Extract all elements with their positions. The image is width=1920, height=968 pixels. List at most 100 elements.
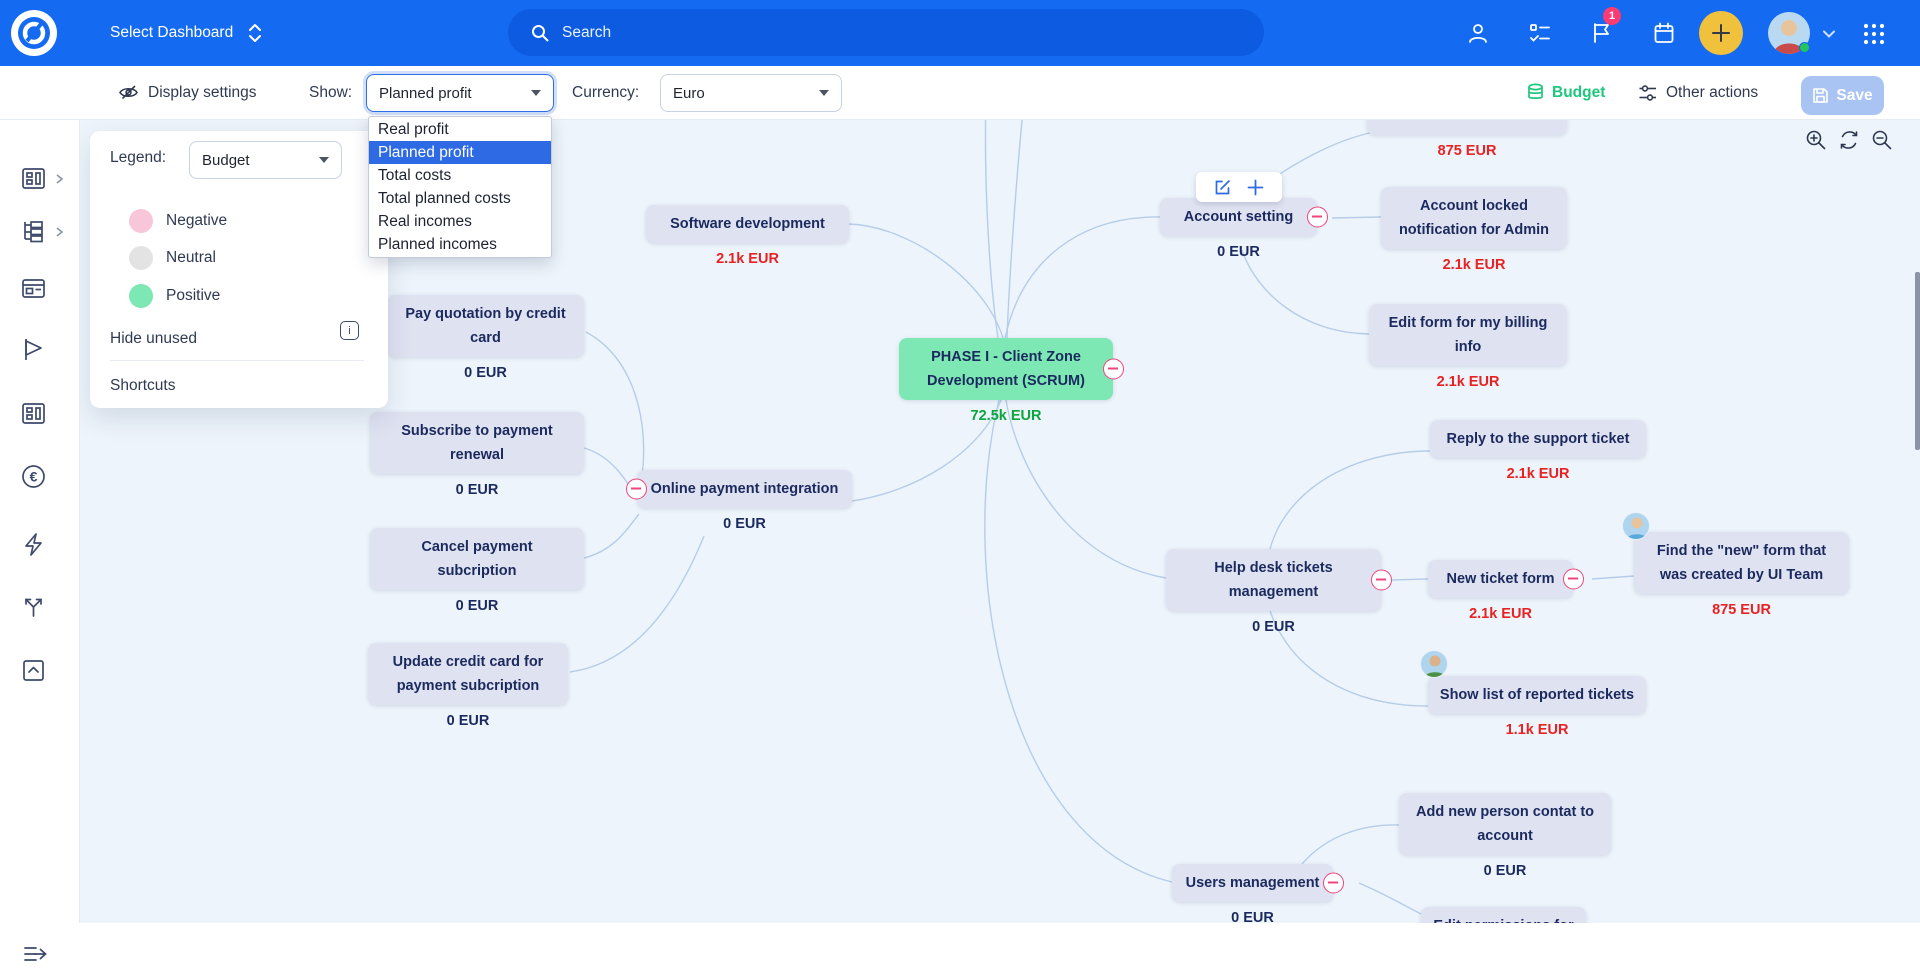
sidebar-panels-icon[interactable]	[20, 400, 47, 427]
collapse-node-button[interactable]	[1307, 207, 1328, 228]
node-new-ticket-form[interactable]: New ticket form 2.1k EUR	[1428, 560, 1573, 624]
node-online-payment[interactable]: Online payment integration 0 EUR	[637, 470, 852, 534]
top-navigation-bar: Select Dashboard Search 1	[0, 0, 1920, 66]
apps-grid-icon[interactable]	[1860, 20, 1888, 48]
node-cut-top[interactable]: 875 EUR	[1367, 120, 1567, 161]
collapse-node-button[interactable]	[1103, 359, 1124, 380]
caret-down-icon	[531, 90, 541, 96]
node-value: 0 EUR	[1399, 861, 1611, 881]
other-actions-button[interactable]: Other actions	[1638, 66, 1758, 119]
search-placeholder: Search	[562, 24, 611, 42]
option-real-incomes[interactable]: Real incomes	[369, 210, 551, 233]
legend-type-select[interactable]: Budget	[189, 141, 342, 179]
option-real-profit[interactable]: Real profit	[369, 118, 551, 141]
currency-label: Currency:	[572, 66, 639, 119]
node-show-reported-tickets[interactable]: Show list of reported tickets 1.1k EUR	[1428, 676, 1646, 740]
calendar-icon[interactable]	[1652, 21, 1676, 45]
node-account-locked[interactable]: Account locked notification for Admin 2.…	[1381, 187, 1567, 275]
sidebar-export-icon[interactable]	[20, 657, 47, 684]
online-status-dot	[1799, 42, 1810, 53]
info-icon[interactable]: i	[340, 321, 359, 340]
map-toolbar: Display settings Show: Planned profit Cu…	[0, 66, 1920, 120]
node-find-new-form[interactable]: Find the "new" form that was created by …	[1634, 532, 1849, 620]
edit-icon[interactable]	[1213, 178, 1232, 197]
node-value: 2.1k EUR	[1428, 604, 1573, 624]
node-value: 2.1k EUR	[646, 249, 849, 269]
node-value: 2.1k EUR	[1369, 372, 1567, 392]
display-settings-panel: Legend: Budget Negative Neutral Positive…	[90, 131, 388, 408]
dashboard-selector[interactable]: Select Dashboard	[110, 0, 263, 66]
refresh-icon[interactable]	[1838, 129, 1860, 151]
show-select-dropdown: Real profit Planned profit Total costs T…	[368, 116, 552, 258]
node-add-person-contact[interactable]: Add new person contat to account 0 EUR	[1399, 793, 1611, 881]
node-software-development[interactable]: Software development 2.1k EUR	[646, 205, 849, 269]
chevron-right-icon[interactable]	[54, 227, 64, 237]
node-value: 0 EUR	[370, 480, 584, 500]
node-cancel-subscription[interactable]: Cancel payment subcription 0 EUR	[370, 528, 584, 616]
option-planned-incomes[interactable]: Planned incomes	[369, 233, 551, 256]
node-helpdesk-management[interactable]: Help desk tickets management 0 EUR	[1166, 549, 1381, 637]
sidebar-hierarchy-icon[interactable]	[20, 218, 47, 245]
currency-select[interactable]: Euro	[660, 74, 842, 112]
sidebar-branch-icon[interactable]	[20, 593, 47, 620]
chevron-right-icon[interactable]	[54, 174, 64, 184]
legend-label: Legend:	[110, 149, 166, 167]
add-button[interactable]	[1699, 11, 1743, 55]
save-button[interactable]: Save	[1801, 76, 1884, 115]
assignee-avatar	[1420, 650, 1448, 678]
node-edit-billing-form[interactable]: Edit form for my billing info 2.1k EUR	[1369, 304, 1567, 392]
currency-select-value: Euro	[673, 85, 705, 102]
sidebar-flag-icon[interactable]	[20, 336, 47, 363]
search-input[interactable]: Search	[508, 9, 1264, 56]
sliders-icon	[1638, 83, 1658, 103]
node-reply-support-ticket[interactable]: Reply to the support ticket 2.1k EUR	[1430, 420, 1646, 484]
hide-unused-toggle[interactable]: Hide unused	[110, 328, 197, 349]
show-select[interactable]: Planned profit	[366, 74, 554, 112]
collapse-node-button[interactable]	[626, 479, 647, 500]
node-users-management[interactable]: Users management 0 EUR	[1172, 864, 1333, 923]
node-hover-toolbar	[1196, 172, 1282, 202]
display-settings-button[interactable]: Display settings	[118, 66, 257, 119]
canvas-vertical-scrollbar[interactable]	[1915, 272, 1920, 450]
tasks-checklist-icon[interactable]	[1528, 21, 1552, 45]
budget-button[interactable]: Budget	[1526, 66, 1605, 119]
svg-text:€: €	[30, 469, 38, 485]
collapse-node-button[interactable]	[1563, 569, 1584, 590]
node-update-credit-card[interactable]: Update credit card for payment subcripti…	[368, 643, 568, 731]
person-icon[interactable]	[1466, 21, 1490, 45]
collapse-sidebar-icon[interactable]	[22, 941, 49, 968]
collapse-node-button[interactable]	[1323, 873, 1344, 894]
save-floppy-icon	[1812, 87, 1829, 104]
node-account-setting[interactable]: Account setting 0 EUR	[1160, 198, 1317, 262]
sidebar-money-euro-icon[interactable]: €	[20, 463, 47, 490]
sidebar-dashboard-icon[interactable]	[20, 165, 47, 192]
chevron-up-down-icon	[247, 22, 263, 44]
eye-icon	[118, 82, 139, 103]
zoom-out-icon[interactable]	[1871, 129, 1893, 151]
option-planned-profit[interactable]: Planned profit	[369, 141, 551, 164]
add-child-icon[interactable]	[1246, 178, 1265, 197]
node-value: 0 EUR	[1172, 908, 1333, 923]
plus-icon	[1710, 22, 1732, 44]
node-pay-quotation[interactable]: Pay quotation by credit card 0 EUR	[387, 295, 584, 383]
database-icon	[1526, 83, 1545, 103]
option-total-planned-costs[interactable]: Total planned costs	[369, 187, 551, 210]
shortcuts-link[interactable]: Shortcuts	[110, 375, 175, 396]
app-logo-icon[interactable]	[11, 10, 57, 56]
legend-item-neutral: Neutral	[166, 246, 216, 270]
node-edit-permissions[interactable]: Edit permissions for	[1421, 907, 1586, 923]
node-value: 875 EUR	[1634, 600, 1849, 620]
zoom-in-icon[interactable]	[1805, 129, 1827, 151]
canvas-zoom-controls	[1805, 129, 1893, 151]
node-phase1-root[interactable]: PHASE I - Client Zone Development (SCRUM…	[899, 338, 1113, 426]
chevron-down-icon[interactable]	[1822, 27, 1836, 41]
node-value: 1.1k EUR	[1428, 720, 1646, 740]
node-value: 0 EUR	[1160, 242, 1317, 262]
legend-dot-positive	[129, 284, 153, 308]
collapse-node-button[interactable]	[1371, 570, 1392, 591]
sidebar-lightning-icon[interactable]	[20, 531, 47, 558]
option-total-costs[interactable]: Total costs	[369, 164, 551, 187]
sidebar-browser-icon[interactable]	[20, 275, 47, 302]
panel-divider	[110, 360, 364, 361]
node-subscribe-renewal[interactable]: Subscribe to payment renewal 0 EUR	[370, 412, 584, 500]
